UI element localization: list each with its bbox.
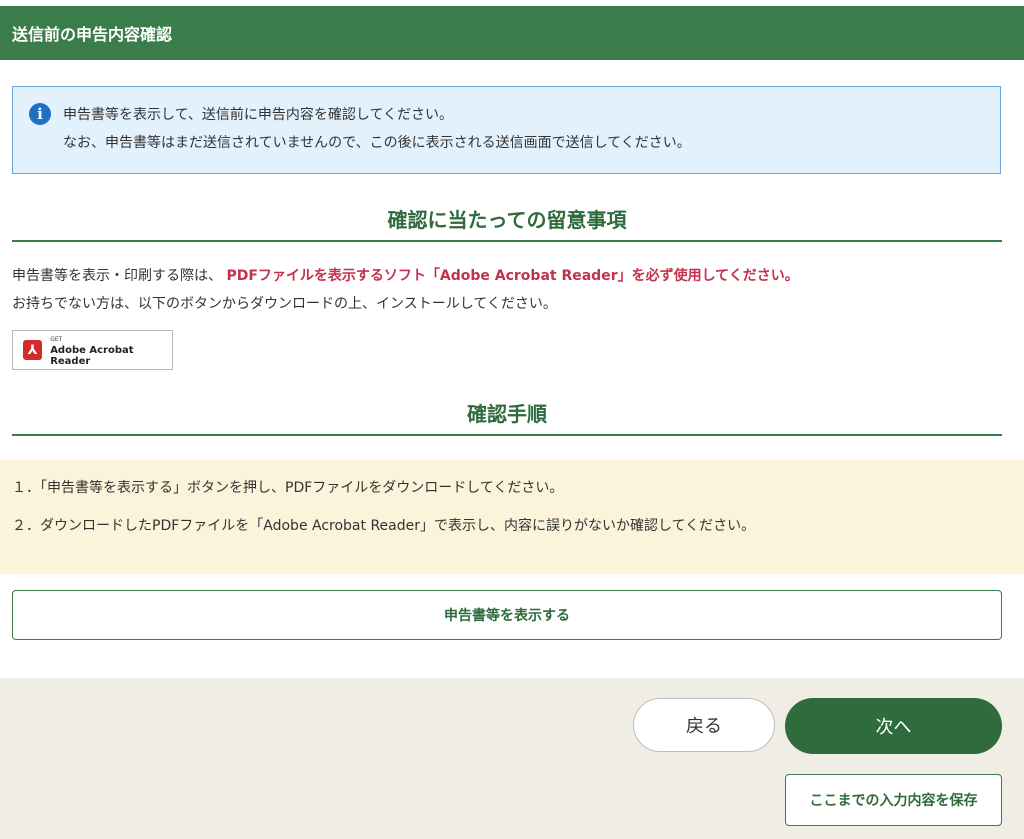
notes-text: 申告書等を表示・印刷する際は、 PDFファイルを表示するソフト「Adobe Ac… [12,262,1012,318]
acrobat-badge-text: GET Adobe Acrobat Reader [50,334,172,367]
save-progress-button[interactable]: ここまでの入力内容を保存 [785,774,1002,826]
page-title: 送信前の申告内容確認 [12,25,173,44]
notes-text-line2: お持ちでない方は、以下のボタンからダウンロードの上、インストールしてください。 [12,296,557,312]
acrobat-get-label: GET [50,335,63,343]
info-line-1: 申告書等を表示して、送信前に申告内容を確認してください。 [63,107,454,123]
footer-bar: 戻る 次へ ここまでの入力内容を保存 [0,678,1024,839]
acrobat-name-label: Adobe Acrobat Reader [50,344,134,367]
info-line-2: なお、申告書等はまだ送信されていませんので、この後に表示される送信画面で送信して… [63,135,691,151]
acrobat-logo-icon: ⅄ [23,340,43,360]
get-acrobat-reader-button[interactable]: ⅄ GET Adobe Acrobat Reader [12,330,173,370]
info-message-box: i 申告書等を表示して、送信前に申告内容を確認してください。 なお、申告書等はま… [12,86,1001,174]
notes-text-emphasis: PDFファイルを表示するソフト「Adobe Acrobat Reader」を必ず… [226,268,799,284]
procedure-step-2: ２．ダウンロードしたPDFファイルを「Adobe Acrobat Reader」… [12,518,756,534]
next-button[interactable]: 次へ [785,698,1002,754]
procedure-step-1: １．「申告書等を表示する」ボタンを押し、PDFファイルをダウンロードしてください… [12,480,564,496]
page-header: 送信前の申告内容確認 [0,6,1024,60]
procedure-steps: １．「申告書等を表示する」ボタンを押し、PDFファイルをダウンロードしてください… [0,460,1024,574]
notes-text-prefix: 申告書等を表示・印刷する際は、 [12,268,222,284]
info-icon: i [29,103,51,125]
section-title-procedure: 確認手順 [12,398,1002,436]
show-declaration-button[interactable]: 申告書等を表示する [12,590,1002,640]
section-title-notes: 確認に当たっての留意事項 [12,204,1002,242]
back-button[interactable]: 戻る [633,698,775,752]
